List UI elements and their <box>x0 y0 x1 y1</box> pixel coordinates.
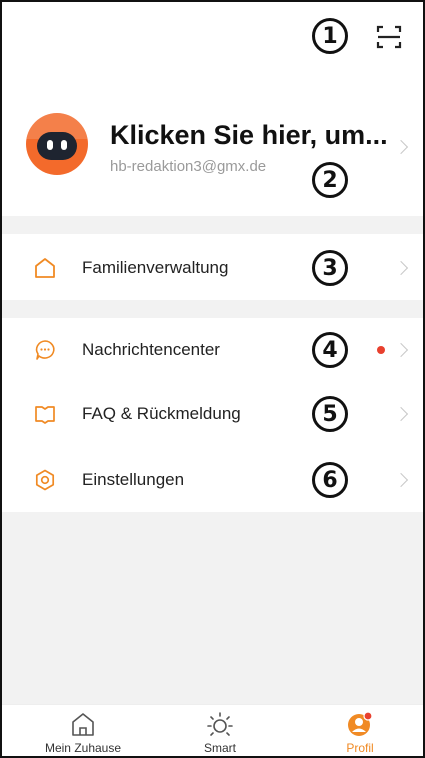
tab-smart[interactable]: Smart <box>160 705 280 756</box>
menu-item-message-center[interactable]: Nachrichtencenter <box>2 318 423 382</box>
home-icon <box>72 713 94 736</box>
avatar[interactable] <box>26 113 88 175</box>
settings-icon <box>35 469 55 491</box>
profile-icon <box>348 711 373 736</box>
scan-icon[interactable] <box>376 24 402 50</box>
menu-item-label: Nachrichtencenter <box>82 340 220 359</box>
menu-item-faq-feedback[interactable]: FAQ & Rückmeldung <box>2 382 423 446</box>
empty-area <box>2 512 423 704</box>
chevron-right-icon <box>393 139 409 155</box>
menu-item-label: Einstellungen <box>82 470 185 489</box>
annotation-marker-2: 2 <box>312 162 348 198</box>
profile-email: hb-redaktion3@gmx.de <box>110 158 267 175</box>
tab-label: Profil <box>346 741 374 755</box>
chevron-right-icon <box>393 406 409 422</box>
chevron-right-icon <box>393 260 409 276</box>
menu-item-label: FAQ & Rückmeldung <box>82 404 241 423</box>
profile-name: Klicken Sie hier, um... <box>110 120 388 150</box>
bottom-navigation: Mein Zuhause Smart Profil <box>2 704 423 756</box>
book-icon <box>35 406 55 424</box>
home-icon <box>35 258 55 278</box>
annotation-marker-6: 6 <box>312 462 348 498</box>
annotation-marker-5: 5 <box>312 396 348 432</box>
unread-badge <box>377 346 385 354</box>
message-icon <box>35 340 55 360</box>
annotation-marker-1: 1 <box>312 18 348 54</box>
tab-label: Smart <box>203 741 236 755</box>
menu-item-family-management[interactable]: Familienverwaltung <box>2 236 423 300</box>
menu-item-settings[interactable]: Einstellungen <box>2 448 423 512</box>
sun-icon <box>207 712 233 736</box>
menu-item-label: Familienverwaltung <box>82 258 229 277</box>
chevron-right-icon <box>393 342 409 358</box>
section-divider <box>2 300 423 318</box>
tab-label: Mein Zuhause <box>44 741 122 755</box>
app-screen: 1 Klicken Sie hier, um... hb-redaktion3@… <box>0 0 425 758</box>
tab-mein-zuhause[interactable]: Mein Zuhause <box>23 705 143 756</box>
tab-profil[interactable]: Profil <box>300 705 420 756</box>
annotation-marker-3: 3 <box>312 250 348 286</box>
section-divider <box>2 216 423 234</box>
chevron-right-icon <box>393 472 409 488</box>
annotation-marker-4: 4 <box>312 332 348 368</box>
profile-header[interactable]: Klicken Sie hier, um... hb-redaktion3@gm… <box>2 98 423 216</box>
